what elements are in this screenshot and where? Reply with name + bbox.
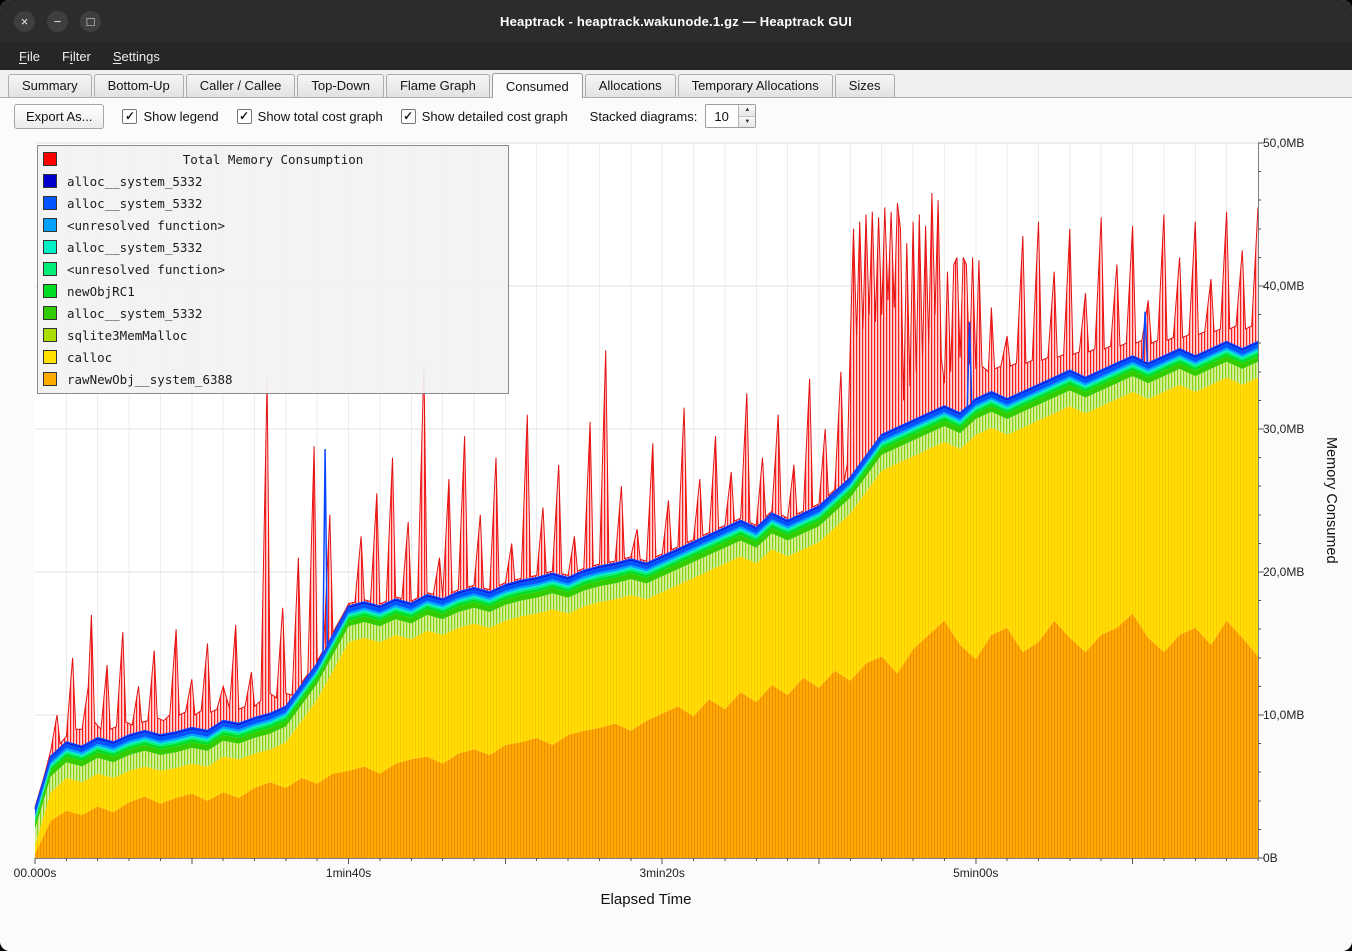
legend-label: alloc__system_5332 [67, 196, 202, 211]
tab-top-down[interactable]: Top-Down [297, 74, 384, 97]
close-icon: × [21, 15, 29, 28]
menu-item-filter[interactable]: Filter [51, 42, 102, 70]
legend-item: sqlite3MemMalloc [38, 324, 508, 346]
stacked-diagrams-value[interactable]: 10 [706, 105, 738, 127]
legend-item: calloc [38, 346, 508, 368]
legend-label: alloc__system_5332 [67, 306, 202, 321]
y-axis-title: Memory Consumed [1317, 143, 1345, 858]
heaptrack-window: × − □ Heaptrack - heaptrack.wakunode.1.g… [0, 0, 1352, 951]
spin-down-button[interactable]: ▼ [739, 116, 755, 128]
legend-swatch [43, 372, 57, 386]
minimize-button[interactable]: − [47, 11, 68, 32]
maximize-icon: □ [87, 15, 95, 28]
stacked-diagrams-control: Stacked diagrams: 10 ▲ ▼ [590, 104, 757, 128]
tab-bottom-up[interactable]: Bottom-Up [94, 74, 184, 97]
menubar: FileFilterSettings [0, 42, 1352, 70]
window-title: Heaptrack - heaptrack.wakunode.1.gz — He… [500, 14, 852, 29]
chart-pane: Total Memory Consumption alloc__system_53… [0, 134, 1352, 951]
legend-swatch [43, 218, 57, 232]
close-button[interactable]: × [14, 11, 35, 32]
checkbox-check-icon: ✓ [401, 109, 416, 124]
window-buttons: × − □ [14, 0, 101, 42]
spin-up-button[interactable]: ▲ [739, 105, 755, 116]
legend-label: <unresolved function> [67, 218, 225, 233]
legend-label: calloc [67, 350, 112, 365]
x-axis-title: Elapsed Time [0, 891, 1292, 908]
legend-item: alloc__system_5332 [38, 170, 508, 192]
legend-item: <unresolved function> [38, 214, 508, 236]
legend-swatch [43, 240, 57, 254]
y-tick-label: 50,0MB [1263, 136, 1304, 150]
spin-buttons: ▲ ▼ [738, 105, 755, 127]
tabbar: SummaryBottom-UpCaller / CalleeTop-DownF… [0, 70, 1352, 98]
tab-allocations[interactable]: Allocations [585, 74, 676, 97]
legend-item: alloc__system_5332 [38, 192, 508, 214]
checkbox-check-icon: ✓ [122, 109, 137, 124]
tab-summary[interactable]: Summary [8, 74, 92, 97]
x-tick-label: 1min40s [301, 866, 397, 880]
tab-sizes[interactable]: Sizes [835, 74, 895, 97]
legend-title-row: Total Memory Consumption [38, 148, 508, 170]
legend-label: alloc__system_5332 [67, 240, 202, 255]
tab-caller-callee[interactable]: Caller / Callee [186, 74, 296, 97]
show-detailed-cost-label: Show detailed cost graph [422, 109, 568, 124]
legend-label: newObjRC1 [67, 284, 135, 299]
tab-temporary-allocations[interactable]: Temporary Allocations [678, 74, 833, 97]
legend-item: newObjRC1 [38, 280, 508, 302]
y-tick-label: 40,0MB [1263, 279, 1304, 293]
legend-item: rawNewObj__system_6388 [38, 368, 508, 390]
x-tick-label: 00.000s [0, 866, 83, 880]
show-detailed-cost-checkbox[interactable]: ✓ Show detailed cost graph [401, 109, 568, 124]
legend-swatch [43, 284, 57, 298]
legend-label: alloc__system_5332 [67, 174, 202, 189]
legend-swatch [43, 174, 57, 188]
show-total-cost-checkbox[interactable]: ✓ Show total cost graph [237, 109, 383, 124]
legend-swatch [43, 328, 57, 342]
legend-label: rawNewObj__system_6388 [67, 372, 233, 387]
legend-label: sqlite3MemMalloc [67, 328, 187, 343]
x-tick-label: 5min00s [928, 866, 1024, 880]
legend-swatch [43, 350, 57, 364]
x-tick-label: 3min20s [614, 866, 710, 880]
toolbar: Export As... ✓ Show legend ✓ Show total … [0, 98, 1352, 134]
y-tick-label: 20,0MB [1263, 565, 1304, 579]
export-as-button[interactable]: Export As... [14, 104, 104, 129]
show-legend-label: Show legend [143, 109, 218, 124]
checkbox-check-icon: ✓ [237, 109, 252, 124]
y-tick-label: 30,0MB [1263, 422, 1304, 436]
legend-label: Total Memory Consumption [38, 152, 508, 167]
maximize-button[interactable]: □ [80, 11, 101, 32]
show-legend-checkbox[interactable]: ✓ Show legend [122, 109, 218, 124]
stacked-diagrams-spinbox[interactable]: 10 ▲ ▼ [705, 104, 756, 128]
chart-legend: Total Memory Consumption alloc__system_53… [37, 145, 509, 394]
tab-flame-graph[interactable]: Flame Graph [386, 74, 490, 97]
legend-swatch [43, 196, 57, 210]
legend-label: <unresolved function> [67, 262, 225, 277]
legend-swatch [43, 262, 57, 276]
minimize-icon: − [54, 15, 62, 28]
show-total-cost-label: Show total cost graph [258, 109, 383, 124]
legend-item: <unresolved function> [38, 258, 508, 280]
menu-item-file[interactable]: File [8, 42, 51, 70]
legend-swatch [43, 306, 57, 320]
y-tick-label: 0B [1263, 851, 1278, 865]
titlebar[interactable]: × − □ Heaptrack - heaptrack.wakunode.1.g… [0, 0, 1352, 42]
legend-item: alloc__system_5332 [38, 302, 508, 324]
menu-item-settings[interactable]: Settings [102, 42, 171, 70]
stacked-diagrams-label: Stacked diagrams: [590, 109, 698, 124]
tab-consumed[interactable]: Consumed [492, 73, 583, 98]
y-tick-label: 10,0MB [1263, 708, 1304, 722]
legend-item: alloc__system_5332 [38, 236, 508, 258]
